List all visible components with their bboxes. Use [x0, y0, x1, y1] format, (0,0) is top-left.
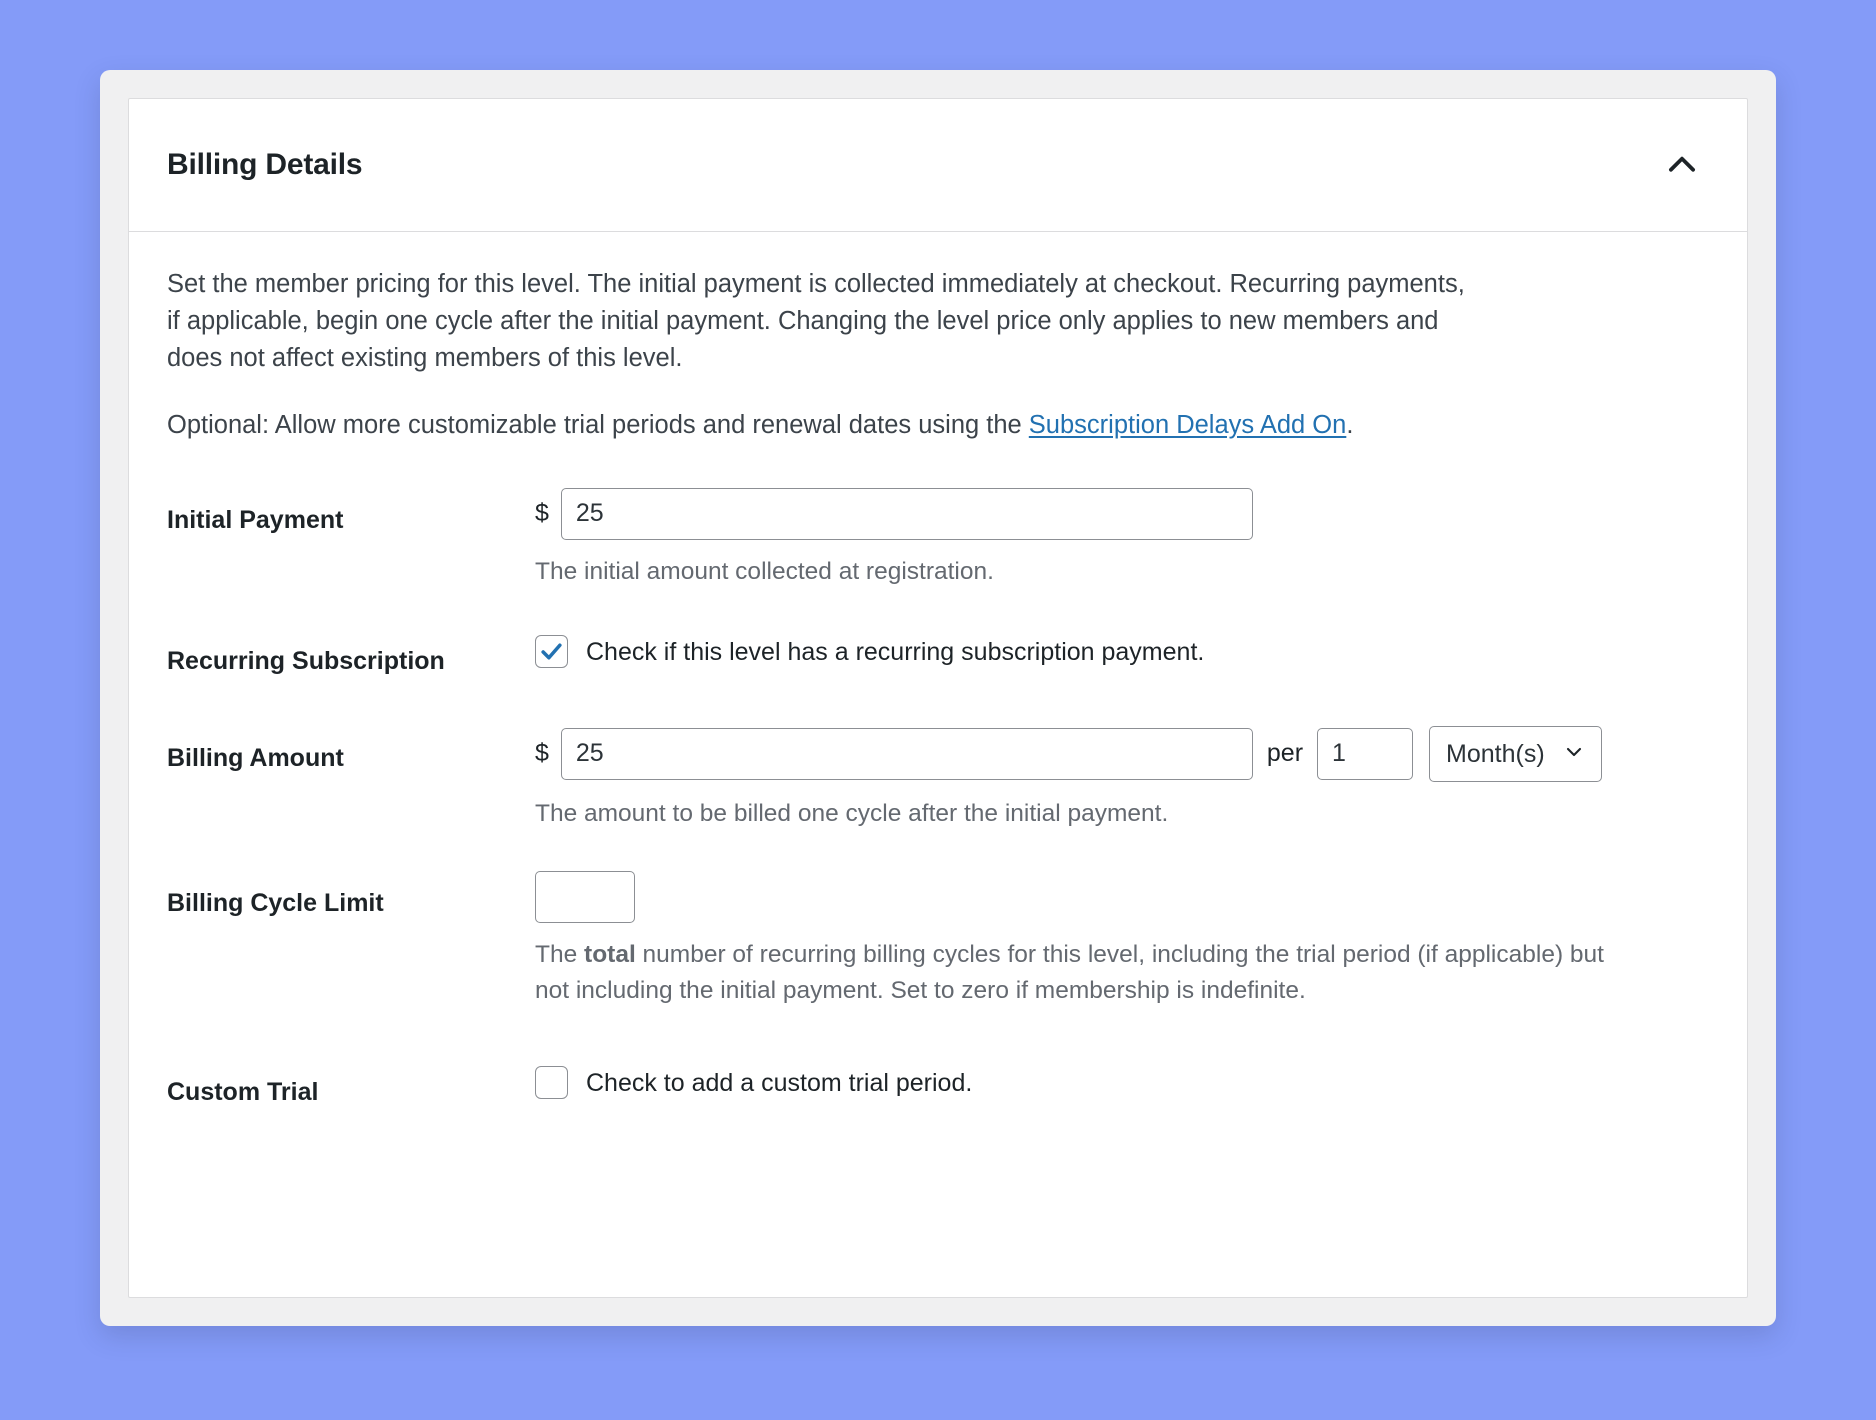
panel-body: Set the member pricing for this level. T…: [129, 232, 1747, 1297]
intro-paragraph-2-suffix: .: [1346, 411, 1353, 439]
initial-payment-row: Initial Payment $ The initial amount col…: [167, 488, 1709, 590]
billing-cycle-limit-help-part-1: The: [535, 941, 584, 968]
recurring-subscription-label: Recurring Subscription: [167, 629, 535, 678]
initial-payment-label: Initial Payment: [167, 488, 535, 537]
intro-paragraph-2-prefix: Optional: Allow more customizable trial …: [167, 411, 1029, 439]
billing-cycle-number-input[interactable]: [1317, 728, 1413, 780]
billing-amount-row: Billing Amount $ per Month(s): [167, 726, 1709, 832]
billing-amount-field-group: $ per Month(s): [535, 726, 1709, 832]
subscription-delays-addon-link[interactable]: Subscription Delays Add On: [1029, 411, 1347, 439]
billing-amount-label: Billing Amount: [167, 726, 535, 775]
recurring-subscription-row: Recurring Subscription Check if this lev…: [167, 629, 1709, 678]
initial-payment-field-group: $ The initial amount collected at regist…: [535, 488, 1709, 590]
billing-period-select[interactable]: Month(s): [1429, 726, 1602, 782]
custom-trial-checkbox[interactable]: [535, 1066, 568, 1099]
chevron-up-icon: [1663, 146, 1701, 184]
intro-paragraph-1: Set the member pricing for this level. T…: [167, 266, 1467, 377]
initial-payment-help: The initial amount collected at registra…: [535, 554, 1635, 590]
billing-cycle-limit-help-bold: total: [584, 941, 636, 968]
billing-details-panel: Billing Details Set the member pricing f…: [128, 98, 1748, 1298]
custom-trial-field-group: Check to add a custom trial period.: [535, 1060, 1709, 1099]
currency-symbol-billing-amount: $: [535, 741, 549, 766]
recurring-subscription-field-group: Check if this level has a recurring subs…: [535, 629, 1709, 668]
currency-symbol-initial-payment: $: [535, 501, 549, 526]
billing-cycle-limit-field-group: The total number of recurring billing cy…: [535, 871, 1709, 1008]
billing-amount-input[interactable]: [561, 728, 1253, 780]
initial-payment-input[interactable]: [561, 488, 1253, 540]
panel-outer-frame: Billing Details Set the member pricing f…: [100, 70, 1776, 1326]
page-title: Billing Details: [167, 147, 362, 183]
billing-cycle-limit-help-part-2: number of recurring billing cycles for t…: [535, 941, 1604, 1004]
per-label: per: [1267, 741, 1303, 766]
billing-cycle-limit-row: Billing Cycle Limit The total number of …: [167, 871, 1709, 1008]
billing-cycle-limit-help: The total number of recurring billing cy…: [535, 937, 1635, 1008]
billing-amount-help: The amount to be billed one cycle after …: [535, 796, 1635, 832]
checkmark-icon: [539, 639, 564, 664]
custom-trial-checkbox-label: Check to add a custom trial period.: [586, 1067, 972, 1100]
intro-paragraph-2: Optional: Allow more customizable trial …: [167, 407, 1467, 444]
billing-cycle-limit-label: Billing Cycle Limit: [167, 871, 535, 920]
billing-period-select-wrapper: Month(s): [1429, 726, 1602, 782]
custom-trial-row: Custom Trial Check to add a custom trial…: [167, 1060, 1709, 1109]
recurring-subscription-checkbox-label: Check if this level has a recurring subs…: [586, 636, 1204, 669]
panel-toggle-button[interactable]: [1653, 136, 1711, 194]
custom-trial-label: Custom Trial: [167, 1060, 535, 1109]
billing-cycle-limit-input[interactable]: [535, 871, 635, 923]
panel-header: Billing Details: [129, 99, 1747, 232]
recurring-subscription-checkbox[interactable]: [535, 635, 568, 668]
